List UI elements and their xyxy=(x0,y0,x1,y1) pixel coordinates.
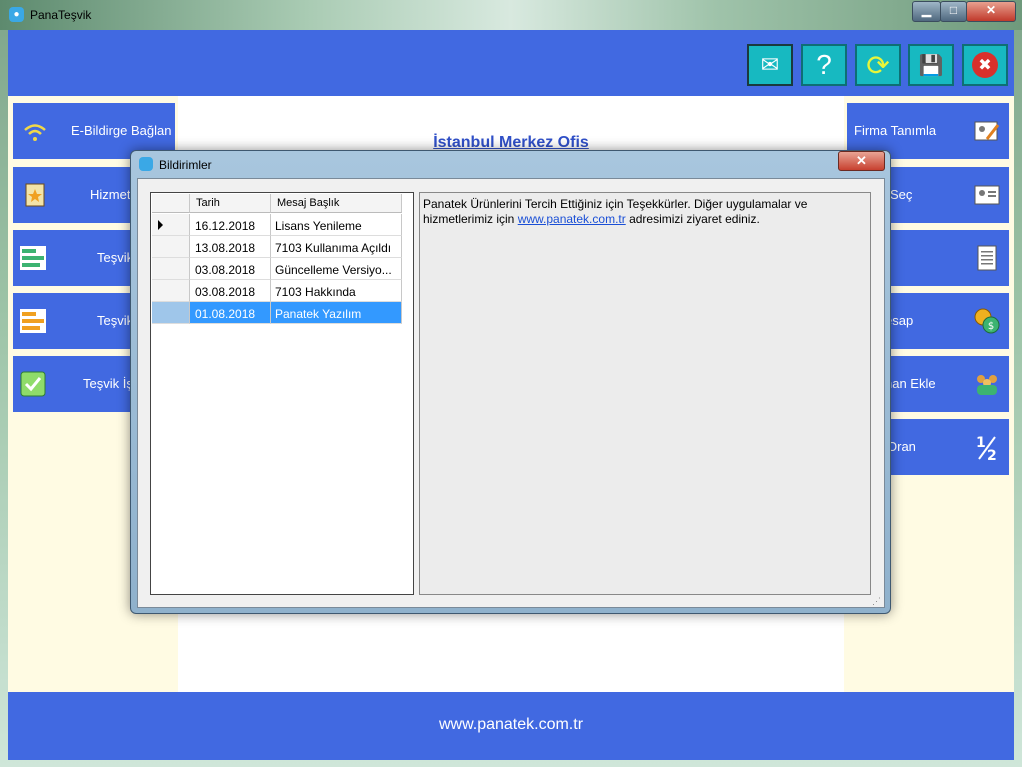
footer-link[interactable]: www.panatek.com.tr xyxy=(8,716,1014,734)
nav-label: nan Ekle xyxy=(885,376,936,391)
column-header-title[interactable]: Mesaj Başlık xyxy=(271,194,402,213)
edit-card-icon xyxy=(974,121,1000,141)
current-row-arrow-icon xyxy=(158,220,163,230)
checkbox-icon xyxy=(20,371,46,397)
table-row[interactable]: 13.08.2018 7103 Kullanıma Açıldı xyxy=(152,236,402,258)
window-titlebar[interactable] xyxy=(0,0,1022,30)
list-orange-icon xyxy=(20,309,46,333)
svg-text:$: $ xyxy=(988,321,994,332)
cell-date[interactable]: 13.08.2018 xyxy=(190,236,271,258)
exit-button[interactable]: ✖ xyxy=(962,44,1008,86)
list-green-icon xyxy=(20,246,46,270)
envelope-icon: ✉ xyxy=(760,52,780,77)
table-row-selected[interactable]: 01.08.2018 Panatek Yazılım xyxy=(152,302,402,324)
nav-label: Teşvik xyxy=(97,250,134,265)
cell-date[interactable]: 01.08.2018 xyxy=(190,302,271,324)
fraction-icon: 1 2 xyxy=(976,435,997,461)
svg-text:2: 2 xyxy=(987,448,997,461)
column-header-date[interactable]: Tarih xyxy=(190,194,271,213)
people-icon xyxy=(977,375,997,395)
document-icon xyxy=(977,245,997,271)
floppy-icon: 💾 xyxy=(918,54,944,77)
row-indicator[interactable] xyxy=(152,258,190,280)
close-window-button[interactable]: ✕ xyxy=(966,1,1016,22)
row-indicator[interactable] xyxy=(152,214,190,236)
mail-button[interactable]: ✉ xyxy=(747,44,793,86)
cell-title[interactable]: Güncelleme Versiyo... xyxy=(271,258,402,280)
dialog-close-button[interactable]: ✕ xyxy=(838,151,885,171)
dialog-icon xyxy=(139,157,153,171)
grid-corner-header xyxy=(152,194,190,213)
nav-label: Seç xyxy=(890,187,913,202)
refresh-button[interactable]: ⟳ xyxy=(855,44,901,86)
app-icon: ● xyxy=(9,7,24,22)
table-row[interactable]: 03.08.2018 7103 Hakkında xyxy=(152,280,402,302)
cell-date[interactable]: 03.08.2018 xyxy=(190,258,271,280)
question-icon: ? xyxy=(816,49,832,80)
nav-label: Oran xyxy=(887,439,916,454)
help-button[interactable]: ? xyxy=(801,44,847,86)
refresh-icon: ⟳ xyxy=(866,49,890,81)
maximize-button[interactable]: □ xyxy=(940,1,967,22)
cell-date[interactable]: 03.08.2018 xyxy=(190,280,271,302)
resize-grip-icon[interactable]: ⋰ xyxy=(872,596,881,607)
nav-label: Hizmet xyxy=(90,187,131,202)
cell-title[interactable]: Lisans Yenileme xyxy=(271,214,402,236)
message-link[interactable]: www.panatek.com.tr xyxy=(518,212,626,226)
message-text-end: adresimizi ziyaret ediniz. xyxy=(625,212,760,226)
wifi-icon xyxy=(24,124,46,141)
dialog-title: Bildirimler xyxy=(159,158,212,172)
nav-label: Teşvik İş xyxy=(83,376,133,391)
window-title: PanaTeşvik xyxy=(30,8,92,22)
row-indicator[interactable] xyxy=(152,236,190,258)
close-icon: ✖ xyxy=(972,52,998,78)
row-indicator[interactable] xyxy=(152,302,190,324)
table-row[interactable]: 03.08.2018 Güncelleme Versiyo... xyxy=(152,258,402,280)
cell-title[interactable]: Panatek Yazılım xyxy=(271,302,402,324)
cell-date[interactable]: 16.12.2018 xyxy=(190,214,271,236)
message-body[interactable]: Panatek Ürünlerini Tercih Ettiğiniz için… xyxy=(419,192,871,595)
table-row[interactable]: 16.12.2018 Lisans Yenileme xyxy=(152,214,402,236)
cell-title[interactable]: 7103 Kullanıma Açıldı xyxy=(271,236,402,258)
nav-label: E-Bildirge Bağlan xyxy=(71,123,172,138)
row-indicator[interactable] xyxy=(152,280,190,302)
id-card-icon xyxy=(974,185,1000,205)
nav-label: Teşvik xyxy=(97,313,134,328)
coins-icon: $ xyxy=(974,308,1000,334)
star-book-icon xyxy=(25,183,45,207)
save-button[interactable]: 💾 xyxy=(908,44,954,86)
cell-title[interactable]: 7103 Hakkında xyxy=(271,280,402,302)
nav-label: Firma Tanımla xyxy=(854,123,937,138)
svg-text:1: 1 xyxy=(976,435,986,451)
minimize-button[interactable]: ▁ xyxy=(912,1,941,22)
